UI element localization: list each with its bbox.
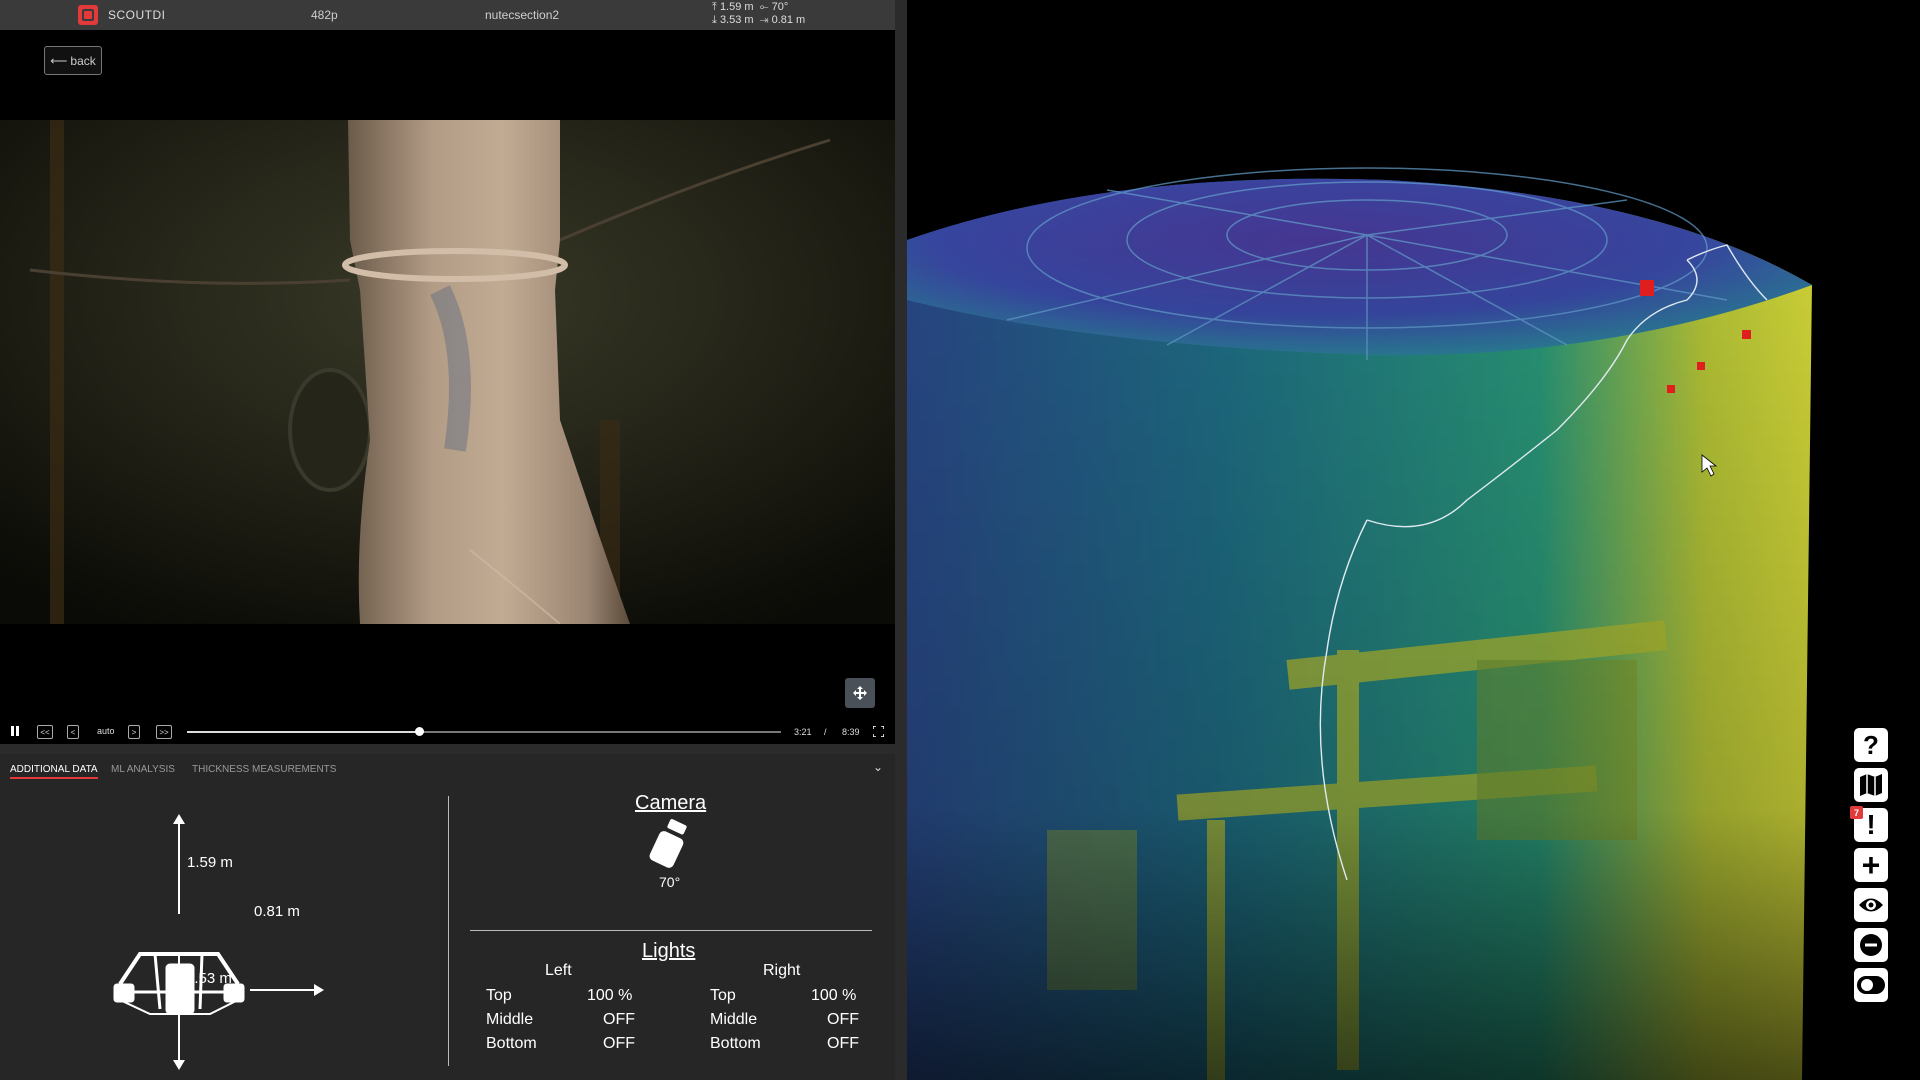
minus-icon <box>1860 934 1882 956</box>
map-button[interactable] <box>1854 768 1888 802</box>
summary-down: 3.53 m <box>719 14 754 26</box>
left-light-value: OFF <box>603 1011 635 1028</box>
side-arrow-icon: ⇥ <box>759 14 769 26</box>
toggle-button[interactable] <box>1854 968 1888 1002</box>
distance-up: 1.59 m <box>187 854 233 871</box>
fast-forward-button[interactable]: >> <box>156 725 172 739</box>
left-light-name: Top <box>486 987 512 1004</box>
point-cloud-viewer[interactable] <box>907 0 1920 1080</box>
step-back-icon: < <box>70 727 76 737</box>
scoutdi-logo-icon <box>78 5 98 25</box>
current-time: 3:21 <box>794 727 812 737</box>
summary-angle: 70° <box>771 1 789 13</box>
fast-forward-icon: >> <box>159 727 169 737</box>
pane-splitter[interactable] <box>895 0 907 1080</box>
down-arrow-icon: ⤓ <box>712 14 717 26</box>
alerts-button[interactable]: ! 7 <box>1850 806 1888 842</box>
toggle-icon <box>1857 976 1885 994</box>
collapse-icon[interactable]: ⌄ <box>873 760 883 774</box>
eye-icon <box>1859 898 1883 912</box>
data-tabs: ADDITIONAL DATA ML ANALYSIS THICKNESS ME… <box>0 754 895 780</box>
section-name: nutecsection2 <box>485 8 560 22</box>
rewind-icon: << <box>40 727 50 737</box>
inspection-video-image <box>0 120 895 624</box>
seek-bar[interactable] <box>187 727 781 736</box>
data-panel: ADDITIONAL DATA ML ANALYSIS THICKNESS ME… <box>0 754 895 1080</box>
lights-title: Lights <box>642 940 696 962</box>
add-button[interactable]: + <box>1854 848 1888 882</box>
help-icon: ? <box>1863 729 1879 760</box>
left-light-name: Bottom <box>486 1035 537 1052</box>
left-pane: SCOUTDI 482p nutecsection2 ⤒ 1.59 m ⟜ 70… <box>0 0 895 1080</box>
step-forward-icon: > <box>131 727 137 737</box>
video-frame[interactable] <box>0 120 895 624</box>
add-icon: + <box>1861 847 1881 883</box>
fullscreen-icon[interactable] <box>873 726 884 737</box>
top-bar: SCOUTDI 482p nutecsection2 ⤒ 1.59 m ⟜ 70… <box>0 0 895 30</box>
time-separator: / <box>824 727 827 737</box>
up-arrow-icon: ⤒ <box>712 1 717 13</box>
tab-additional-data[interactable]: ADDITIONAL DATA <box>10 764 98 779</box>
point-cloud-render <box>907 0 1920 1080</box>
arrow-left-icon: ⟵ <box>50 53 68 68</box>
pause-button[interactable] <box>10 724 20 738</box>
drone-distance-diagram <box>113 814 324 1070</box>
tab-ml-analysis[interactable]: ML ANALYSIS <box>111 764 175 775</box>
right-light-name: Top <box>710 987 736 1004</box>
panel-divider <box>448 796 449 1066</box>
right-light-name: Middle <box>710 1011 758 1028</box>
video-quality[interactable]: 482p <box>311 8 338 22</box>
camera-title: Camera <box>635 792 707 814</box>
step-forward-button[interactable]: > <box>128 725 140 739</box>
camera-tilt-icon: ⟜ <box>759 1 769 13</box>
camera-angle-icon <box>649 819 687 868</box>
distance-down: 3.53 m <box>186 970 232 987</box>
help-button[interactable]: ? <box>1854 728 1888 762</box>
visibility-button[interactable] <box>1854 888 1888 922</box>
summary-up: 1.59 m <box>719 1 754 13</box>
total-time: 8:39 <box>842 727 860 737</box>
back-label: back <box>70 53 96 68</box>
move-button[interactable] <box>845 678 875 708</box>
alert-icon: ! <box>1866 809 1876 840</box>
pause-icon <box>11 726 19 736</box>
move-icon <box>853 686 867 700</box>
brand-name: SCOUTDI <box>108 8 166 22</box>
rewind-button[interactable]: << <box>37 725 53 739</box>
lights-left-header: Left <box>545 962 572 979</box>
right-light-value: OFF <box>827 1011 859 1028</box>
camera-lights-divider <box>470 930 872 931</box>
right-light-name: Bottom <box>710 1035 761 1052</box>
summary-side: 0.81 m <box>771 14 806 26</box>
distance-summary: ⤒ 1.59 m ⟜ 70° ⤓ 3.53 m ⇥ 0.81 m <box>712 1 805 27</box>
seek-handle[interactable] <box>414 727 424 736</box>
camera-angle: 70° <box>659 874 681 890</box>
speed-button[interactable]: auto <box>97 724 115 738</box>
zoom-out-button[interactable] <box>1854 928 1888 962</box>
left-light-name: Middle <box>486 1011 534 1028</box>
left-light-value: 100 % <box>587 987 633 1004</box>
map-icon <box>1860 774 1882 796</box>
distance-side: 0.81 m <box>254 903 300 920</box>
step-back-button[interactable]: < <box>67 725 79 739</box>
right-light-value: OFF <box>827 1035 859 1052</box>
lights-right-header: Right <box>763 962 801 979</box>
back-button[interactable]: ⟵ back <box>44 46 102 75</box>
tab-thickness-measurements[interactable]: THICKNESS MEASUREMENTS <box>192 764 336 775</box>
separator-bar <box>0 744 895 754</box>
alert-count-badge: 7 <box>1850 806 1863 819</box>
left-light-value: OFF <box>603 1035 635 1052</box>
seek-progress <box>187 731 419 733</box>
video-controls: << < auto > >> 3:21 / 8:39 <box>0 720 895 744</box>
right-light-value: 100 % <box>811 987 857 1004</box>
